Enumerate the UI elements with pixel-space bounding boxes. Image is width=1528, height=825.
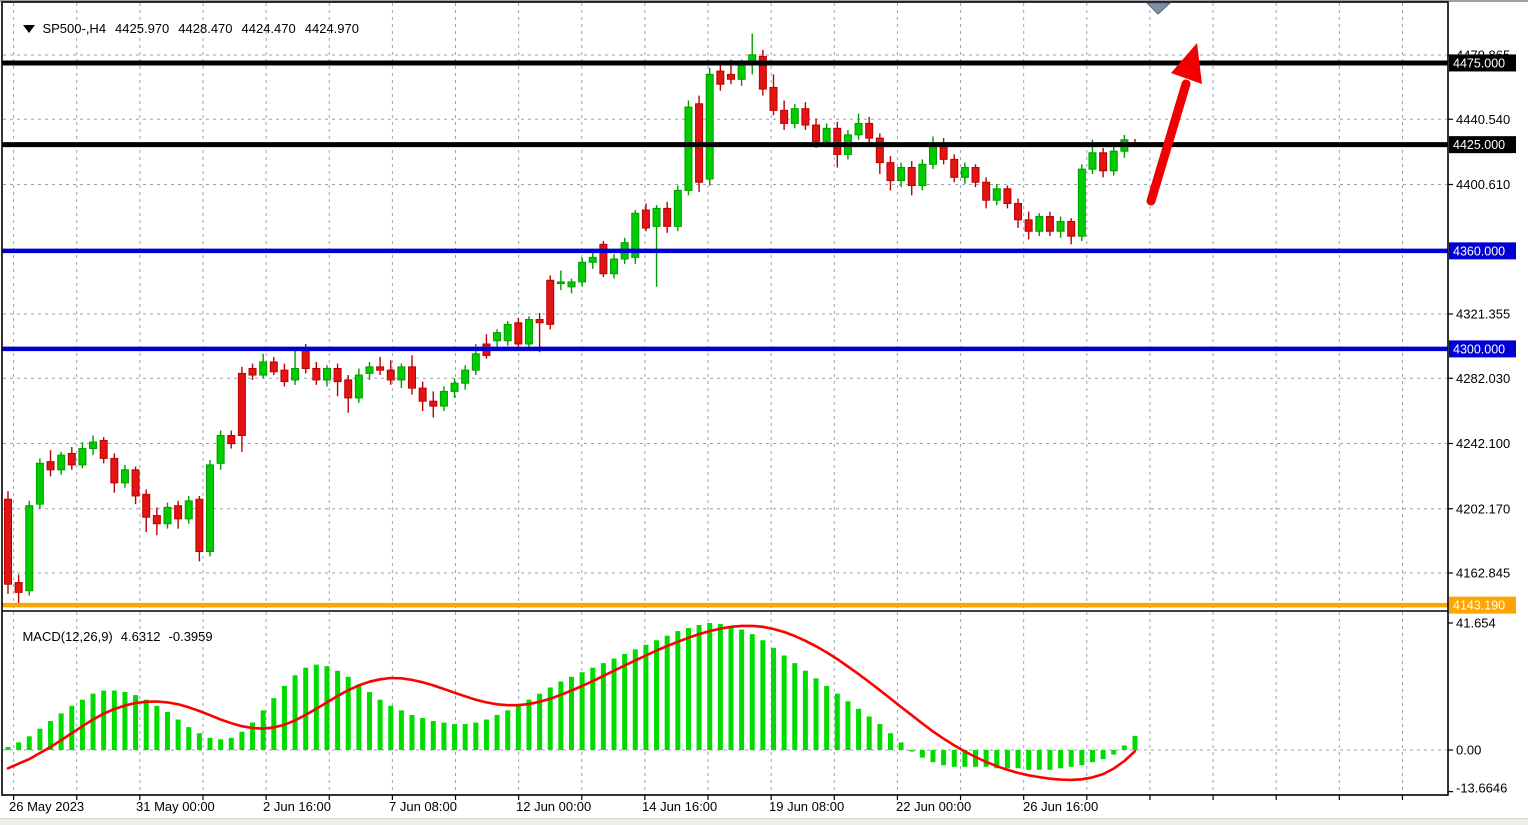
macd-signal-value: -0.3959 [169,629,213,644]
symbol-dropdown-icon[interactable] [23,25,35,33]
svg-text:12 Jun 00:00: 12 Jun 00:00 [516,799,591,814]
horizontal-level-lines[interactable] [2,63,1448,605]
ohlc-close: 4424.970 [305,21,359,36]
svg-text:14 Jun 16:00: 14 Jun 16:00 [642,799,717,814]
svg-text:4321.355: 4321.355 [1456,307,1510,322]
svg-text:26 May 2023: 26 May 2023 [9,799,84,814]
svg-text:4425.000: 4425.000 [1453,138,1505,152]
svg-text:4202.170: 4202.170 [1456,501,1510,516]
price-chart-canvas[interactable]: 4479.8654440.5404400.6104321.3554282.030… [0,0,1528,825]
ohlc-high: 4428.470 [178,21,232,36]
svg-text:4282.030: 4282.030 [1456,371,1510,386]
svg-text:2 Jun 16:00: 2 Jun 16:00 [263,799,331,814]
svg-text:22 Jun 00:00: 22 Jun 00:00 [896,799,971,814]
price-axis[interactable]: 4479.8654440.5404400.6104321.3554282.030… [1448,48,1516,796]
svg-text:4242.100: 4242.100 [1456,436,1510,451]
svg-text:4360.000: 4360.000 [1453,244,1505,258]
svg-text:4400.610: 4400.610 [1456,177,1510,192]
svg-text:4300.000: 4300.000 [1453,342,1505,356]
macd-main-value: 4.6312 [121,629,161,644]
symbol-period-label: SP500-,H4 [42,21,106,36]
svg-text:4475.000: 4475.000 [1453,56,1505,70]
macd-indicator-label: MACD(12,26,9) 4.6312 -0.3959 [8,614,213,659]
chart-title-bar: SP500-,H4 4425.970 4428.470 4424.470 4424.97… [9,6,368,51]
svg-text:4162.845: 4162.845 [1456,566,1510,581]
window-bottom-edge [0,818,1528,825]
svg-text:31 May 00:00: 31 May 00:00 [136,799,215,814]
svg-text:-13.6646: -13.6646 [1456,781,1507,796]
svg-text:7 Jun 08:00: 7 Jun 08:00 [389,799,457,814]
macd-name: MACD(12,26,9) [22,629,112,644]
ohlc-low: 4424.470 [242,21,296,36]
annotations-layer[interactable] [1147,3,1202,201]
time-axis[interactable]: 26 May 2023 31 May 00:00 2 Jun 16:00 7 Jun … [9,795,1402,814]
svg-text:26 Jun 16:00: 26 Jun 16:00 [1023,799,1098,814]
ohlc-open: 4425.970 [115,21,169,36]
svg-text:4440.540: 4440.540 [1456,112,1510,127]
svg-text:41.654: 41.654 [1456,615,1496,630]
chart-frame [2,2,1448,795]
grid-lines [3,3,1447,794]
svg-text:4143.190: 4143.190 [1453,599,1505,613]
mt4-chart-window: SP500-,H4 4425.970 4428.470 4424.470 4424.97… [0,0,1528,825]
svg-text:19 Jun 08:00: 19 Jun 08:00 [769,799,844,814]
svg-text:0.00: 0.00 [1456,743,1481,758]
